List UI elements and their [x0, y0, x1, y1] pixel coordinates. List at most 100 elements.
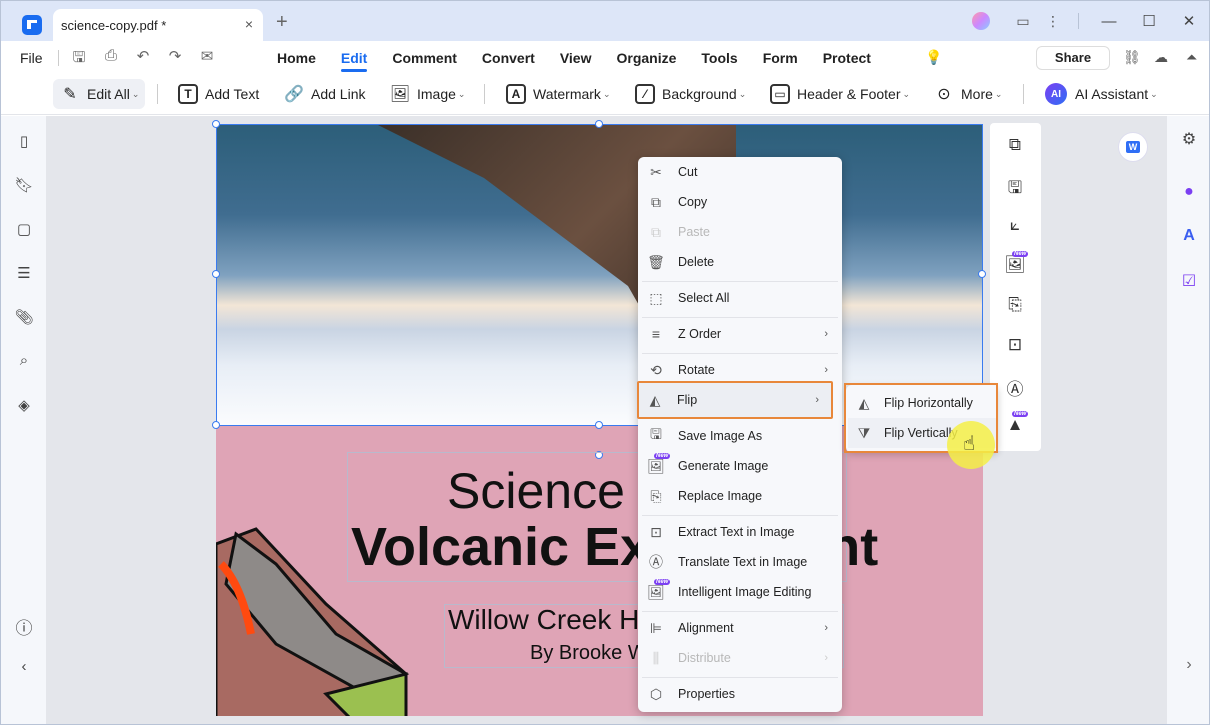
trash-icon: 🗑︎: [647, 253, 665, 270]
image-button[interactable]: 🖼 Image ⌄: [383, 79, 471, 109]
workflow-icon[interactable]: ⛓: [1123, 49, 1141, 66]
undo-icon[interactable]: ↶: [133, 47, 153, 67]
menu-item-distribute: ⫼ Distribute ›: [640, 643, 840, 673]
save-image-icon[interactable]: 🖫: [1003, 175, 1027, 199]
ocr-icon: ⊡: [650, 523, 662, 540]
replace-image-icon[interactable]: ⎘: [1003, 295, 1027, 319]
menu-divider: [642, 515, 838, 516]
menu-item-cut[interactable]: ✂ Cut: [640, 157, 840, 187]
settings-sliders-icon[interactable]: ⚙: [1178, 129, 1200, 151]
fields-icon[interactable]: ☰: [14, 264, 34, 284]
collapse-ribbon-icon[interactable]: ⏶: [1186, 49, 1197, 66]
translate-image-icon[interactable]: Ⓐ: [1003, 375, 1027, 399]
tab-home[interactable]: Home: [266, 41, 327, 75]
page-thumbnail-icon[interactable]: ▯: [14, 132, 34, 152]
word-icon: W: [1125, 141, 1141, 153]
help-icon[interactable]: ⓘ: [14, 614, 34, 638]
comment-icon[interactable]: ▢: [14, 220, 34, 240]
print-icon[interactable]: ⎙: [101, 47, 121, 67]
tab-organize[interactable]: Organize: [605, 41, 687, 75]
tab-edit[interactable]: Edit: [330, 41, 378, 75]
layers-icon[interactable]: ◈: [14, 396, 34, 416]
crop-icon[interactable]: ⟀: [1003, 215, 1027, 239]
chevron-left-icon[interactable]: ‹: [14, 658, 34, 678]
tab-protect[interactable]: Protect: [812, 41, 882, 75]
menu-item-extract-text[interactable]: ⊡ Extract Text in Image: [640, 517, 840, 547]
menu-item-select-all[interactable]: ⬚ Select All: [640, 283, 840, 313]
resize-handle[interactable]: [212, 421, 220, 429]
menu-item-z-order[interactable]: ≡ Z Order ›: [640, 319, 840, 349]
checklist-icon[interactable]: ☑: [1178, 271, 1200, 293]
extract-text-icon[interactable]: ⊡: [1003, 335, 1027, 359]
add-link-button[interactable]: 🔗 Add Link: [277, 79, 371, 109]
file-menu[interactable]: File: [20, 50, 43, 66]
title-line-1: Science: [447, 463, 625, 519]
menu-label: Select All: [678, 291, 730, 305]
tab-close-icon[interactable]: ×: [245, 16, 253, 32]
background-button[interactable]: ⁄ Background ⌄: [628, 79, 752, 109]
tab-view[interactable]: View: [549, 41, 603, 75]
menu-item-save-image-as[interactable]: 🖫 Save Image As: [640, 421, 840, 451]
menu-label: Properties: [678, 687, 735, 701]
menu-divider: [642, 281, 838, 282]
bookmark-icon[interactable]: 🔖︎: [14, 176, 34, 196]
new-tab-button[interactable]: +: [276, 11, 288, 34]
email-icon[interactable]: ✉: [197, 47, 217, 67]
chevron-right-icon[interactable]: ›: [1178, 656, 1200, 678]
document-tab[interactable]: science-copy.pdf * ×: [53, 9, 263, 41]
save-icon[interactable]: 🖫: [69, 47, 89, 67]
tab-convert[interactable]: Convert: [471, 41, 546, 75]
minimize-button[interactable]: —: [1089, 13, 1129, 30]
menu-item-alignment[interactable]: ⊫ Alignment ›: [640, 613, 840, 643]
search-icon[interactable]: ⌕: [14, 352, 34, 372]
menu-item-delete[interactable]: 🗑︎ Delete: [640, 247, 840, 277]
tab-form[interactable]: Form: [752, 41, 809, 75]
save-icon: 🖫: [650, 426, 662, 442]
image-edit-icon: 🖼: [647, 583, 665, 600]
menu-item-replace-image[interactable]: ⎘ Replace Image: [640, 481, 840, 511]
chevron-down-icon: ⌄: [602, 88, 611, 99]
resize-handle[interactable]: [212, 120, 220, 128]
attachment-icon[interactable]: 📎︎: [14, 308, 34, 328]
cloud-upload-icon[interactable]: ☁: [1154, 49, 1168, 66]
menu-label: Rotate: [678, 363, 715, 377]
feedback-icon[interactable]: ▭: [1008, 13, 1038, 30]
context-menu: ✂ Cut ⧉ Copy ⧉ Paste 🗑︎ Delete ⬚ Select All ≡…: [637, 157, 842, 712]
new-badge: New: [654, 579, 671, 585]
lightbulb-icon[interactable]: 💡: [925, 49, 942, 66]
header-footer-button[interactable]: ▭ Header & Footer ⌄: [763, 79, 916, 109]
close-button[interactable]: ✕: [1169, 12, 1209, 30]
edit-all-label: Edit All: [87, 86, 130, 102]
menu-item-translate-text[interactable]: Ⓐ Translate Text in Image: [640, 547, 840, 577]
select-all-icon: ⬚: [649, 289, 663, 306]
share-button[interactable]: Share: [1036, 46, 1110, 70]
pdf-to-word-button[interactable]: W: [1118, 132, 1148, 162]
generate-image-icon: 🖼: [647, 457, 665, 474]
redo-icon[interactable]: ↷: [165, 47, 185, 67]
intelligent-edit-icon[interactable]: ▲: [1003, 415, 1027, 439]
add-text-button[interactable]: T Add Text: [171, 79, 265, 109]
resize-handle[interactable]: [595, 421, 603, 429]
tab-tools[interactable]: Tools: [690, 41, 748, 75]
edit-all-button[interactable]: ✎ Edit All ⌄: [53, 79, 146, 109]
app-logo-icon: [22, 15, 42, 35]
resize-handle[interactable]: [212, 270, 220, 278]
more-button[interactable]: ⊙ More ⌄: [927, 79, 1008, 109]
generate-image-icon[interactable]: 🖼: [1003, 255, 1027, 279]
kebab-menu-icon[interactable]: ⋮: [1038, 13, 1068, 30]
add-link-label: Add Link: [311, 86, 366, 102]
menu-item-properties[interactable]: ⬡ Properties: [640, 679, 840, 709]
translate-icon[interactable]: A: [1178, 227, 1200, 249]
menu-item-copy[interactable]: ⧉ Copy: [640, 187, 840, 217]
menu-item-flip[interactable]: ◭ Flip ›: [637, 381, 833, 419]
copy-image-icon[interactable]: ⧉: [1003, 135, 1027, 159]
maximize-button[interactable]: ☐: [1129, 12, 1169, 30]
ai-bot-icon[interactable]: ●: [1178, 183, 1200, 205]
ai-assistant-button[interactable]: AI AI Assistant ⌄: [1039, 79, 1164, 109]
resize-handle[interactable]: [978, 270, 986, 278]
chevron-down-icon: ⌄: [902, 88, 911, 99]
user-avatar[interactable]: [972, 12, 990, 30]
watermark-button[interactable]: A Watermark ⌄: [499, 79, 616, 109]
resize-handle[interactable]: [595, 120, 603, 128]
tab-comment[interactable]: Comment: [381, 41, 468, 75]
